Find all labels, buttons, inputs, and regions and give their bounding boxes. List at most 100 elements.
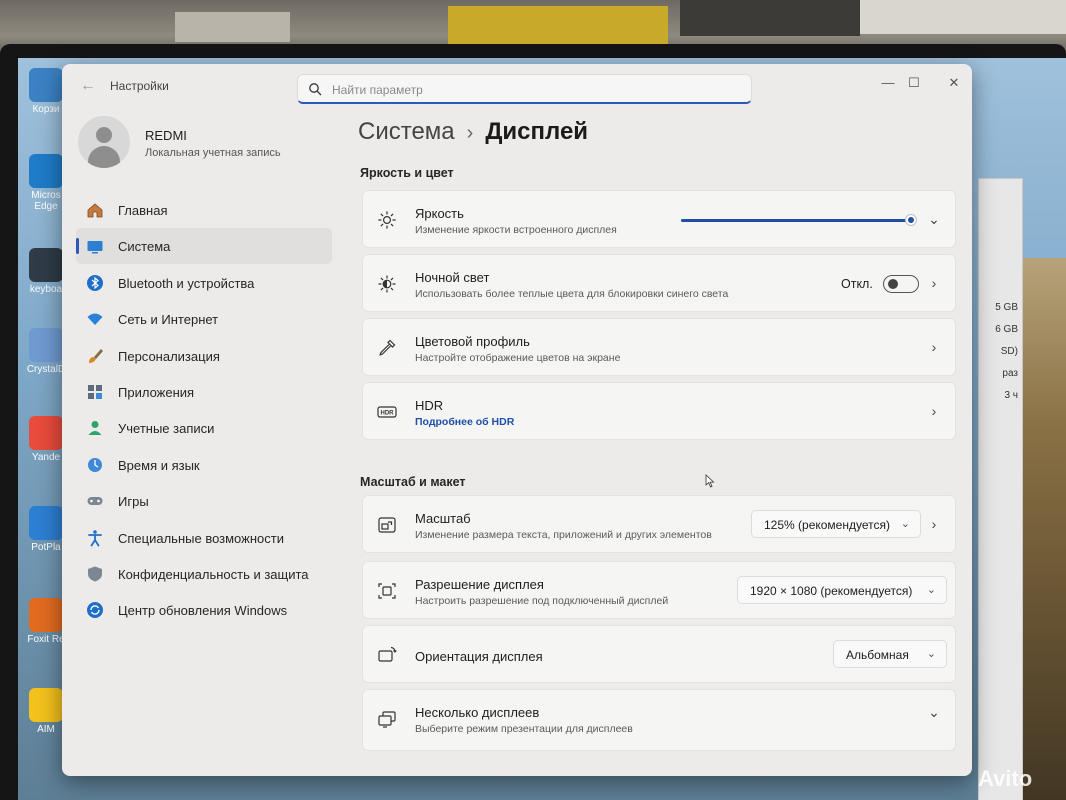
orientation-value: Альбомная (846, 648, 909, 662)
resolution-subtitle: Настроить разрешение под подключенный ди… (415, 595, 669, 607)
sidebar-item[interactable]: Специальные возможности (76, 520, 332, 556)
sidebar-item-label: Система (118, 239, 171, 255)
sun-icon (378, 211, 396, 229)
sidebar-item-label: Главная (118, 203, 168, 218)
mouse-cursor-icon (705, 474, 715, 488)
color-profile-title: Цветовой профиль (415, 334, 530, 349)
sidebar-item[interactable]: Система (76, 228, 332, 265)
scale-title: Масштаб (415, 511, 471, 526)
search-box[interactable] (297, 74, 752, 104)
night-light-toggle[interactable] (883, 275, 919, 293)
orientation-title: Ориентация дисплея (415, 649, 543, 664)
breadcrumb-parent[interactable]: Система (358, 118, 455, 145)
back-arrow-icon[interactable]: ← (76, 76, 100, 96)
sidebar-item[interactable]: Учетные записи (76, 410, 332, 446)
app-title: Настройки (110, 79, 169, 93)
sidebar-item-label: Игры (118, 494, 149, 510)
night-light-subtitle: Использовать более теплые цвета для блок… (415, 288, 729, 300)
account-type: Локальная учетная запись (145, 147, 281, 159)
app-icon (29, 416, 63, 450)
maximize-button[interactable]: ☐ (896, 72, 932, 94)
chevron-right-icon[interactable]: › (927, 339, 941, 355)
slider-thumb[interactable] (904, 214, 917, 226)
avatar (78, 116, 130, 168)
section-title-scale-layout: Масштаб и макет (360, 475, 466, 489)
home-icon (87, 203, 103, 218)
shield-icon (88, 566, 102, 582)
ceiling-panel (448, 6, 668, 46)
multiple-displays-card[interactable]: Несколько дисплеев Выберите режим презен… (362, 689, 956, 751)
scale-value: 125% (рекомендуется) (764, 518, 890, 532)
scale-dropdown[interactable]: 125% (рекомендуется) ⌄ (751, 510, 921, 538)
sidebar-item-label: Приложения (118, 384, 195, 400)
sidebar-item[interactable]: Персонализация (76, 338, 332, 374)
scale-card[interactable]: Масштаб Изменение размера текста, прилож… (362, 495, 956, 553)
resolution-title: Разрешение дисплея (415, 577, 544, 592)
bg-window-row: раз (1002, 368, 1018, 379)
night-light-state: Откл. (841, 277, 873, 291)
multiple-displays-subtitle: Выберите режим презентации для дисплеев (415, 723, 633, 735)
hdr-icon: HDR (377, 406, 397, 418)
section-title-brightness-color: Яркость и цвет (360, 166, 454, 180)
sidebar-item-label: Сеть и Интернет (118, 312, 219, 328)
system-icon (87, 241, 103, 254)
slider-fill (681, 219, 911, 222)
app-icon (29, 328, 63, 362)
breadcrumb-separator: › (466, 122, 474, 144)
app-icon (29, 688, 63, 722)
bg-window-row: 6 GB (995, 324, 1018, 335)
page-title: Дисплей (485, 118, 589, 145)
app-icon (29, 154, 63, 188)
gamepad-icon (87, 497, 103, 506)
sidebar-item[interactable]: Сеть и Интернет (76, 301, 332, 337)
chevron-right-icon[interactable]: › (927, 516, 941, 532)
sidebar-item[interactable]: Конфиденциальность и защита (76, 556, 332, 592)
close-button[interactable]: ✕ (936, 72, 972, 94)
breadcrumb: Система › Дисплей (358, 118, 588, 154)
resolution-icon (378, 583, 396, 599)
app-icon (29, 598, 63, 632)
resolution-dropdown[interactable]: 1920 × 1080 (рекомендуется) ⌄ (737, 576, 947, 604)
chevron-right-icon[interactable]: › (927, 403, 941, 419)
night-light-icon (378, 275, 396, 293)
chevron-down-icon[interactable]: ⌄ (927, 211, 941, 227)
apps-icon (88, 384, 102, 399)
hdr-learn-more-link[interactable]: Подробнее об HDR (415, 416, 514, 428)
brush-icon (89, 348, 103, 363)
sidebar-item[interactable]: Bluetooth и устройства (76, 265, 332, 301)
chevron-down-icon[interactable]: ⌄ (927, 704, 941, 720)
avatar-shoulders (88, 146, 120, 168)
brightness-title: Яркость (415, 206, 464, 221)
color-profile-card[interactable]: Цветовой профиль Настройте отображение ц… (362, 318, 956, 376)
sidebar-item[interactable]: Центр обновления Windows (76, 592, 332, 628)
user-profile[interactable]: REDMI Локальная учетная запись (78, 116, 338, 172)
sidebar-item-label: Bluetooth и устройства (118, 275, 255, 291)
accessibility-icon (88, 529, 102, 546)
orientation-card[interactable]: Ориентация дисплея Альбомная ⌄ (362, 625, 956, 683)
app-icon (29, 68, 63, 102)
search-input[interactable] (332, 80, 732, 100)
chevron-right-icon[interactable]: › (927, 275, 941, 291)
sidebar-item[interactable]: Главная (76, 192, 332, 228)
network-icon (87, 313, 103, 326)
brightness-slider[interactable] (681, 214, 917, 226)
resolution-card[interactable]: Разрешение дисплея Настроить разрешение … (362, 561, 956, 619)
sidebar-item-label: Время и язык (118, 457, 200, 473)
watermark-text: Avito (978, 766, 1033, 791)
user-name: REDMI (145, 128, 187, 143)
sidebar-item[interactable]: Игры (76, 483, 332, 519)
sidebar-item[interactable]: Время и язык (76, 447, 332, 483)
sidebar-nav: Главная Система Bluetooth и устройства Сеть… (76, 192, 332, 629)
chevron-down-icon: ⌄ (926, 648, 936, 660)
orientation-dropdown[interactable]: Альбомная ⌄ (833, 640, 947, 668)
settings-window: ← Настройки — ☐ ✕ REDMI Локальная учетна… (62, 64, 972, 776)
hdr-card[interactable]: HDR HDR Подробнее об HDR › (362, 382, 956, 440)
brightness-card[interactable]: Яркость Изменение яркости встроенного ди… (362, 190, 956, 248)
app-icon (29, 506, 63, 540)
search-icon (309, 83, 322, 96)
sidebar-item[interactable]: Приложения (76, 374, 332, 410)
avatar-head (96, 127, 112, 143)
night-light-card[interactable]: Ночной свет Использовать более теплые цв… (362, 254, 956, 312)
sidebar-item-label: Центр обновления Windows (118, 603, 288, 619)
hdr-icon-text: HDR (381, 411, 395, 417)
